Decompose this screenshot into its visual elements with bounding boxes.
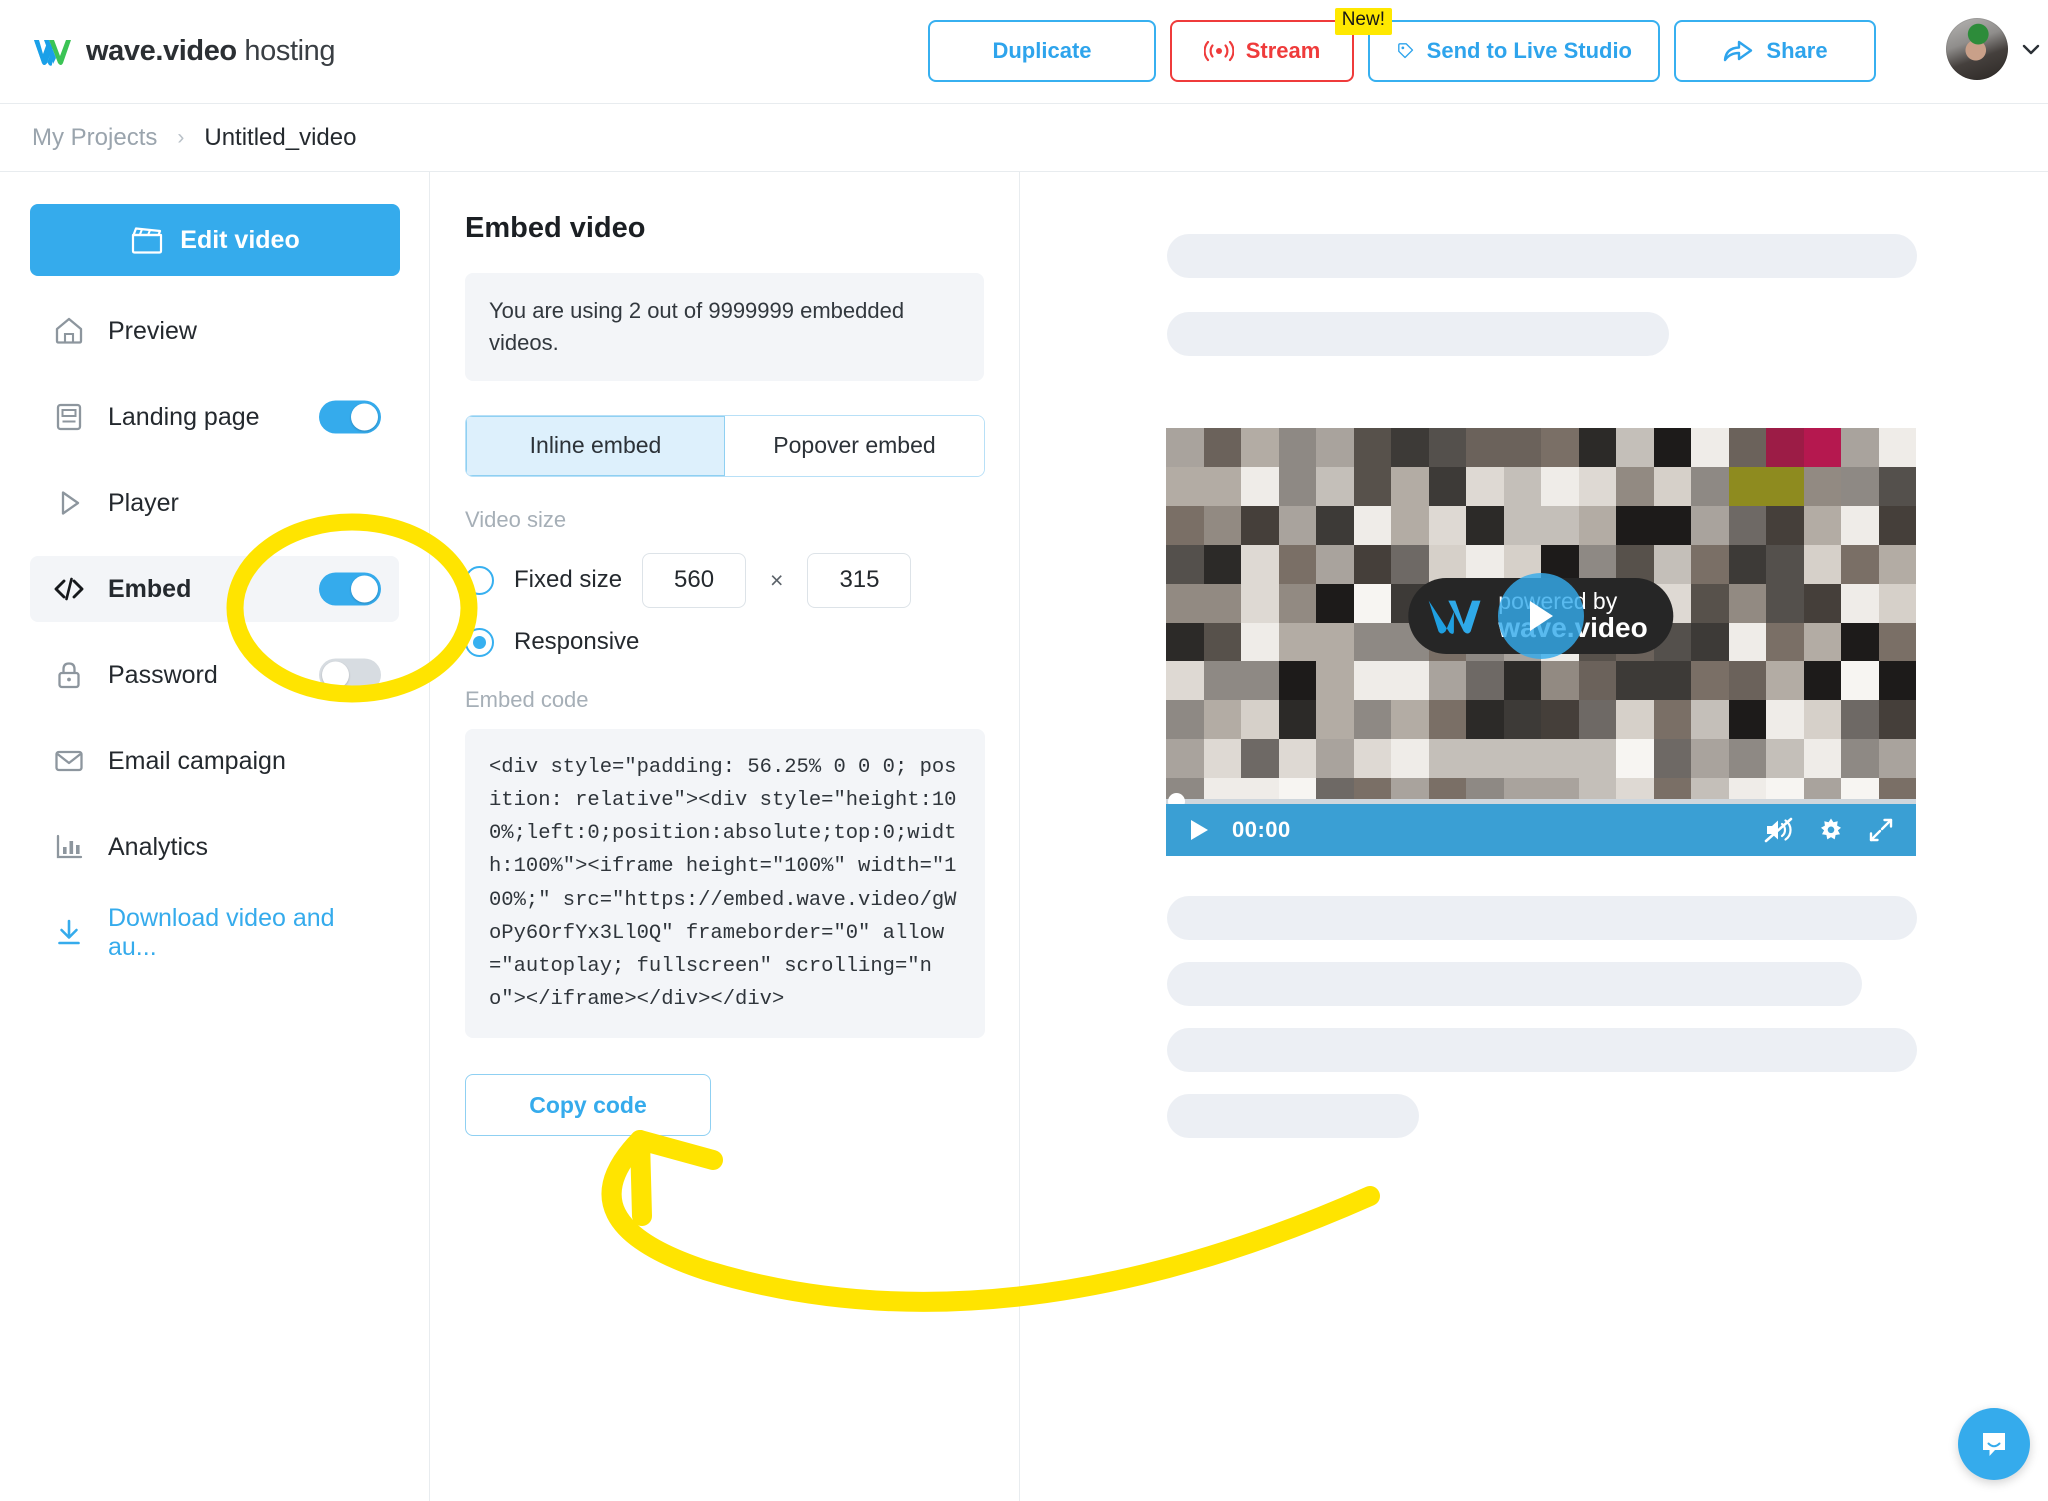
brand-suffix: hosting <box>236 35 336 67</box>
player-time: 00:00 <box>1232 817 1291 842</box>
skeleton-bar <box>1167 234 1917 278</box>
top-header: wave.video hosting Duplicate Stream New! <box>0 0 2048 104</box>
usage-notice: You are using 2 out of 9999999 embedded … <box>465 273 984 381</box>
multiply-symbol: × <box>770 566 784 593</box>
password-toggle[interactable] <box>319 658 381 692</box>
landing-page-toggle[interactable] <box>319 400 381 434</box>
gear-icon[interactable] <box>1818 817 1844 843</box>
sidebar-item-download[interactable]: Download video and au... <box>30 900 399 966</box>
edit-video-button[interactable]: Edit video <box>30 204 400 276</box>
fullscreen-icon[interactable] <box>1868 817 1894 843</box>
play-icon <box>61 491 80 515</box>
breadcrumb-my-projects[interactable]: My Projects <box>32 124 157 152</box>
sidebar-item-label: Analytics <box>108 832 209 861</box>
brand[interactable]: wave.video hosting <box>32 35 336 68</box>
duplicate-label: Duplicate <box>992 38 1092 63</box>
breadcrumb-separator: › <box>177 125 185 149</box>
sidebar-item-landing-page[interactable]: Landing page <box>30 384 399 450</box>
user-menu[interactable] <box>1946 18 2042 80</box>
chat-bubble-icon <box>1983 1433 2005 1456</box>
center-play-button[interactable] <box>1498 573 1584 660</box>
breadcrumb: My Projects › Untitled_video <box>0 104 2048 172</box>
sidebar-item-label: Password <box>108 660 218 689</box>
send-to-live-studio-button[interactable]: Send to Live Studio <box>1368 20 1660 82</box>
brand-name: wave.video <box>86 35 237 67</box>
sidebar-item-label: Download video and au... <box>108 904 335 961</box>
sidebar-item-label: Player <box>108 488 179 517</box>
avatar[interactable] <box>1946 18 2008 80</box>
edit-video-label: Edit video <box>180 225 300 254</box>
brand-text: wave.video hosting <box>86 35 336 68</box>
embed-panel: Embed video You are using 2 out of 99999… <box>430 172 1020 1501</box>
landing-page-icon <box>56 403 82 431</box>
fixed-size-row: Fixed size × <box>465 552 984 608</box>
tab-popover-embed[interactable]: Popover embed <box>725 415 984 476</box>
copy-code-button[interactable]: Copy code <box>465 1074 711 1137</box>
share-arrow-icon <box>1724 40 1753 62</box>
skeleton-bar <box>1167 1094 1419 1138</box>
new-badge: New! <box>1334 8 1392 35</box>
sidebar-item-player[interactable]: Player <box>30 470 399 536</box>
panel-title: Embed video <box>465 212 646 244</box>
sidebar-item-email-campaign[interactable]: Email campaign <box>30 728 399 794</box>
width-input[interactable] <box>642 552 747 608</box>
clapperboard-icon <box>132 227 163 254</box>
chevron-down-icon[interactable] <box>2020 38 2042 60</box>
sidebar-item-label: Preview <box>108 316 197 345</box>
responsive-radio[interactable] <box>465 627 494 657</box>
sidebar-item-analytics[interactable]: Analytics <box>30 814 399 880</box>
skeleton-bar <box>1167 1028 1917 1072</box>
app-root: wave.video hosting Duplicate Stream New! <box>0 0 2048 1501</box>
sidebar-item-label: Email campaign <box>108 746 286 775</box>
player-control-bar: 00:00 <box>1166 804 1916 856</box>
tag-icon <box>1398 43 1414 59</box>
stream-button[interactable]: Stream New! <box>1170 8 1392 82</box>
player-right-controls <box>1764 817 1894 843</box>
embed-type-tabs: Inline embed Popover embed <box>465 414 985 477</box>
chat-widget-button[interactable] <box>1958 1408 2030 1480</box>
lock-icon <box>58 662 80 689</box>
sidebar-nav: Preview Landing page Player Embed Passwo… <box>30 298 399 966</box>
download-icon <box>58 919 80 945</box>
embed-code-label: Embed code <box>465 686 589 712</box>
bar-chart-icon <box>56 834 83 859</box>
share-button[interactable]: Share <box>1674 20 1876 82</box>
video-size-label: Video size <box>465 506 567 532</box>
sidebar-item-label: Embed <box>108 574 192 603</box>
skeleton-bar <box>1167 962 1862 1006</box>
header-actions: Duplicate Stream New! Send to Live Studi… <box>928 8 1876 82</box>
wave-w-logo-icon <box>1428 600 1481 635</box>
sidebar-item-password[interactable]: Password <box>30 642 399 708</box>
sidebar-item-preview[interactable]: Preview <box>30 298 399 364</box>
wave-w-logo-icon <box>34 39 71 66</box>
tab-inline-embed[interactable]: Inline embed <box>466 415 725 476</box>
fixed-size-label: Fixed size <box>514 566 623 594</box>
duplicate-button[interactable]: Duplicate <box>928 20 1156 82</box>
code-icon <box>54 577 84 601</box>
play-button-icon <box>1530 601 1553 632</box>
stream-label: Stream <box>1245 38 1321 63</box>
responsive-label: Responsive <box>514 628 640 656</box>
sidebar-item-embed[interactable]: Embed <box>30 556 399 622</box>
embed-toggle[interactable] <box>319 572 381 606</box>
home-icon <box>55 317 83 344</box>
broadcast-icon <box>1203 40 1234 62</box>
responsive-row: Responsive <box>465 627 984 657</box>
live-studio-label: Send to Live Studio <box>1426 38 1632 63</box>
skeleton-bar <box>1167 896 1917 940</box>
fixed-size-radio[interactable] <box>465 565 494 595</box>
play-icon[interactable] <box>1188 818 1210 842</box>
sidebar: Edit video Preview Landing page Player E… <box>0 172 430 1501</box>
height-input[interactable] <box>807 552 912 608</box>
sidebar-item-label: Landing page <box>108 402 260 431</box>
video-player-preview[interactable]: powered by wave.video 00:00 <box>1166 428 1916 856</box>
skeleton-bar <box>1167 312 1669 356</box>
muted-speaker-icon[interactable] <box>1764 817 1794 843</box>
share-label: Share <box>1766 38 1828 63</box>
embed-code-text[interactable]: <div style="padding: 56.25% 0 0 0; posit… <box>465 728 985 1039</box>
breadcrumb-current: Untitled_video <box>204 123 357 151</box>
envelope-icon <box>55 750 83 772</box>
